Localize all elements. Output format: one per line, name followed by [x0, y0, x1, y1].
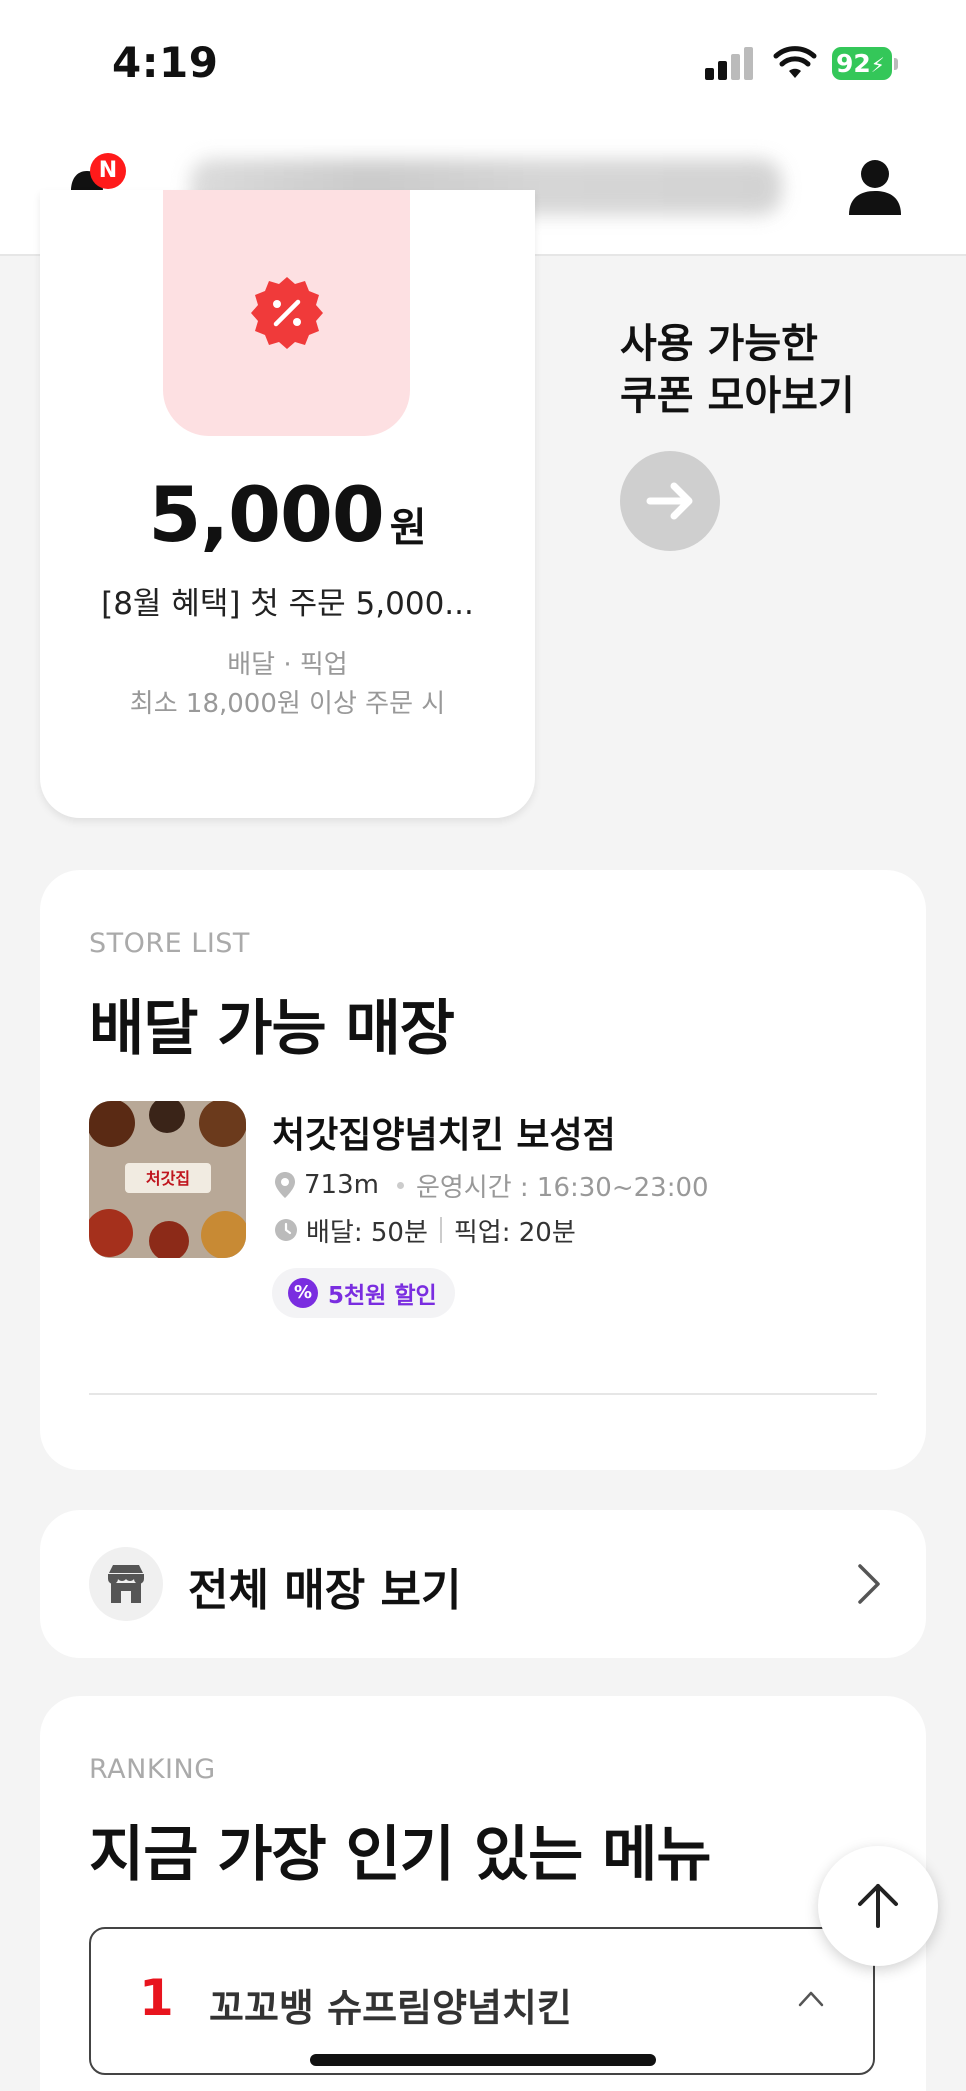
- home-indicator: [310, 2054, 656, 2066]
- arrow-right-icon: [646, 482, 693, 520]
- time-separator: [439, 1217, 442, 1243]
- coupon-collection-title[interactable]: 사용 가능한 쿠폰 모아보기: [620, 318, 855, 422]
- user-icon[interactable]: [846, 157, 904, 217]
- ranking-title: 지금 가장 인기 있는 메뉴: [89, 1820, 712, 1890]
- rank-menu-name: 꼬꼬뱅 슈프림양념치킨: [209, 1986, 572, 2030]
- ranking-item[interactable]: 1 꼬꼬뱅 슈프림양념치킨: [89, 1927, 875, 2075]
- arrow-up-icon: [858, 1884, 898, 1928]
- coupon-min-order: 최소 18,000원 이상 주문 시: [129, 689, 446, 719]
- store-thumbnail[interactable]: 처갓집: [89, 1101, 246, 1258]
- store-list-eyebrow: STORE LIST: [89, 928, 250, 959]
- coupon-amount-value: 5,000: [148, 470, 384, 559]
- all-stores-button[interactable]: 전체 매장 보기: [40, 1510, 926, 1658]
- delivery-time: 배달: 50분: [306, 1217, 428, 1248]
- coupon-title: [8월 혜택] 첫 주문 5,000...: [101, 586, 474, 622]
- store-hours: 운영시간 : 16:30~23:00: [415, 1172, 709, 1203]
- scroll-to-top-button[interactable]: [818, 1846, 938, 1966]
- food-image: 처갓집: [89, 1101, 246, 1258]
- notification-badge: N: [90, 153, 126, 189]
- discount-label: 5천원 할인: [328, 1283, 437, 1309]
- location-pin-icon: [275, 1172, 295, 1198]
- store-distance: 713m: [304, 1170, 379, 1200]
- status-time: 4:19: [112, 38, 219, 87]
- coupon-amount: 5,000 원: [40, 470, 535, 559]
- thumb-logo-text: 처갓집: [146, 1169, 190, 1188]
- store-icon-wrap: [89, 1547, 163, 1621]
- divider: [89, 1393, 877, 1395]
- clock-icon: [275, 1219, 297, 1241]
- store-list-title: 배달 가능 매장: [89, 994, 455, 1064]
- status-bar: 4:19 92⚡: [0, 0, 966, 125]
- ranking-eyebrow: RANKING: [89, 1754, 216, 1785]
- coupon-collection-button[interactable]: [620, 451, 720, 551]
- battery-level: 92⚡: [832, 47, 892, 80]
- wifi-icon: [773, 46, 817, 78]
- coupon-card[interactable]: 5,000 원 [8월 혜택] 첫 주문 5,000... 배달 · 픽업 최소 …: [40, 190, 535, 818]
- coupon-type: 배달 · 픽업: [227, 650, 348, 680]
- chevron-up-icon[interactable]: [797, 1987, 825, 2011]
- discount-badge-icon: [251, 277, 323, 349]
- battery-icon: 92⚡: [832, 47, 900, 80]
- meta-dot: [396, 1181, 404, 1189]
- store-icon: [108, 1565, 144, 1603]
- store-name[interactable]: 처갓집양념치킨 보성점: [272, 1106, 616, 1158]
- chevron-right-icon: [858, 1564, 880, 1604]
- percent-icon: %: [288, 1278, 318, 1308]
- ranking-card: RANKING 지금 가장 인기 있는 메뉴 1 꼬꼬뱅 슈프림양념치킨: [40, 1696, 926, 2091]
- store-list-card: STORE LIST 배달 가능 매장 처갓집 처갓집양념치킨 보성점 713m…: [40, 870, 926, 1470]
- coupon-amount-unit: 원: [389, 505, 427, 551]
- store-meta-row: 713m 운영시간 : 16:30~23:00: [274, 1168, 709, 1203]
- all-stores-label: 전체 매장 보기: [188, 1565, 462, 1616]
- discount-badge: % 5천원 할인: [272, 1268, 455, 1318]
- rank-number: 1: [139, 1969, 174, 2027]
- cellular-signal-icon: [705, 47, 755, 80]
- pickup-time: 픽업: 20분: [453, 1217, 576, 1248]
- store-time-row: 배달: 50분 픽업: 20분: [274, 1213, 576, 1248]
